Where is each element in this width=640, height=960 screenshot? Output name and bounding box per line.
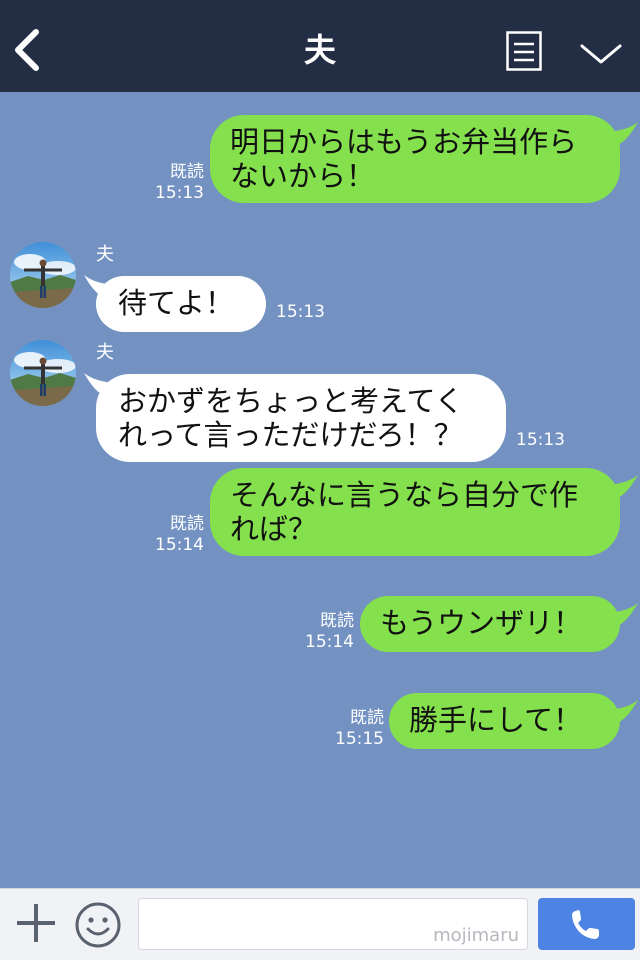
message-line: もうウンザリ！ (380, 606, 583, 640)
message-time: 15:13 (516, 430, 565, 450)
menu-button[interactable] (578, 38, 624, 68)
sender-name: 夫 (96, 244, 114, 265)
smiley-icon (75, 902, 121, 948)
outgoing-message-bubble[interactable]: 勝手にして！ (389, 693, 620, 749)
message-meta: 既読 15:13 (150, 162, 204, 204)
message-line: そんなに言うなら自分で作 (230, 478, 579, 512)
outgoing-message-bubble[interactable]: そんなに言うなら自分で作 れば？ (210, 468, 620, 556)
message-list[interactable]: 既読 15:13 明日からはもうお弁当作ら ないから！ 夫 待てよ！ 15:13 (0, 92, 640, 888)
message-input-bar: mojimaru (0, 888, 640, 960)
read-receipt: 既読 (170, 514, 204, 534)
message-time: 15:15 (335, 729, 384, 749)
message-time: 15:14 (155, 535, 204, 555)
message-line: ないから！ (230, 159, 376, 193)
notes-button[interactable] (506, 31, 542, 71)
chevron-down-icon (580, 44, 622, 64)
message-meta: 既読 15:14 (300, 611, 354, 653)
chat-header: 夫 (0, 0, 640, 92)
message-line: おかずをちょっと考えてく (118, 384, 464, 418)
chat-title: 夫 (303, 31, 336, 69)
emoji-button[interactable] (74, 901, 122, 949)
message-time: 15:13 (276, 302, 325, 322)
bubble-tail (600, 475, 638, 503)
call-button[interactable] (538, 898, 635, 950)
watermark-text: mojimaru (433, 925, 519, 946)
message-line: 勝手にして！ (409, 703, 583, 737)
bubble-tail (600, 122, 638, 150)
outgoing-message-bubble[interactable]: もうウンザリ！ (360, 596, 620, 652)
phone-icon (572, 910, 599, 939)
incoming-message-bubble[interactable]: 待てよ！ (96, 276, 266, 332)
sender-name: 夫 (96, 342, 114, 363)
read-receipt: 既読 (320, 611, 354, 631)
read-receipt: 既読 (350, 708, 384, 728)
avatar[interactable] (10, 242, 76, 308)
chevron-left-icon (15, 29, 39, 71)
message-line: 明日からはもうお弁当作ら (230, 125, 578, 159)
message-line: れば？ (230, 512, 318, 546)
back-button[interactable] (10, 26, 50, 74)
read-receipt: 既読 (170, 162, 204, 182)
bubble-tail (600, 700, 638, 728)
add-attachment-button[interactable] (14, 901, 58, 945)
notes-icon (506, 31, 542, 71)
message-line: れって言っただけだろ！？ (118, 418, 463, 452)
message-meta: 既読 15:15 (330, 708, 384, 750)
message-meta: 既読 15:14 (150, 514, 204, 556)
message-time: 15:14 (305, 632, 354, 652)
message-time: 15:13 (155, 183, 204, 203)
avatar-photo (10, 340, 76, 406)
outgoing-message-bubble[interactable]: 明日からはもうお弁当作ら ないから！ (210, 115, 620, 203)
message-line: 待てよ！ (118, 286, 235, 320)
message-input[interactable]: mojimaru (138, 898, 528, 950)
avatar-photo (10, 242, 76, 308)
avatar[interactable] (10, 340, 76, 406)
bubble-tail (600, 603, 638, 631)
plus-icon (17, 904, 55, 942)
incoming-message-bubble[interactable]: おかずをちょっと考えてく れって言っただけだろ！？ (96, 374, 506, 462)
